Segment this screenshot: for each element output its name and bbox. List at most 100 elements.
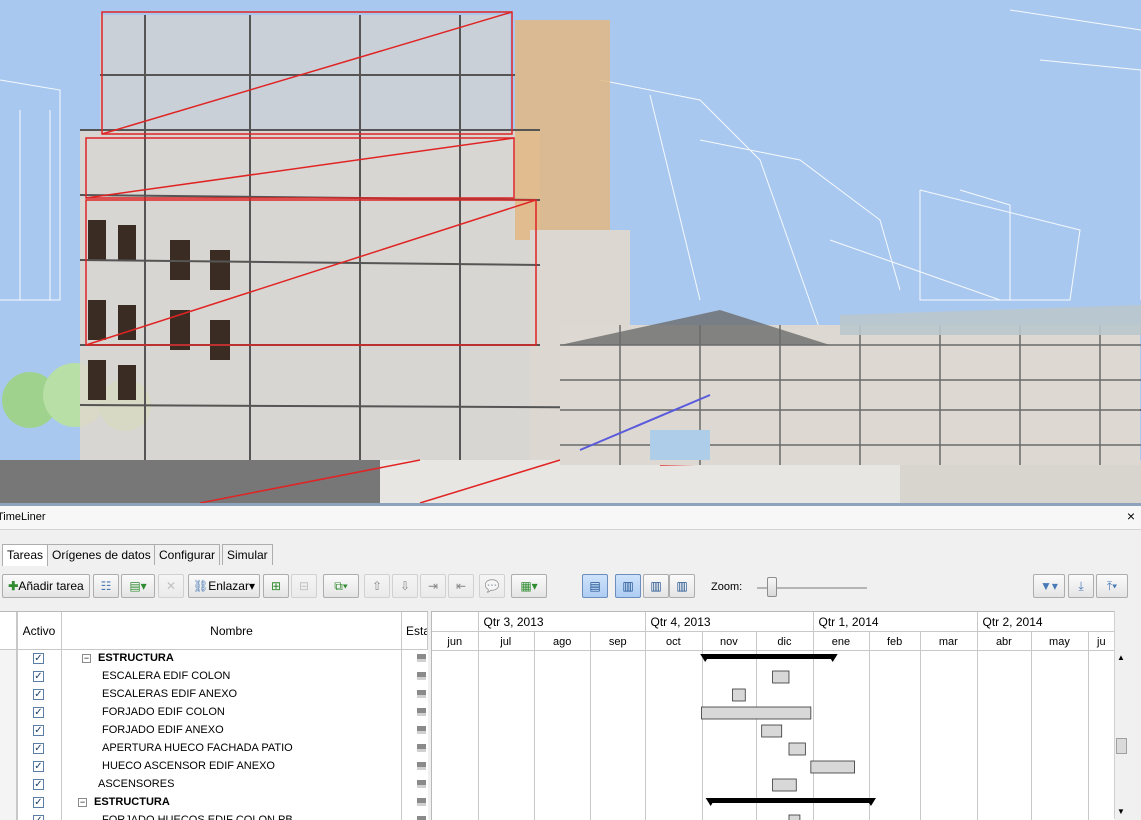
month-label: nov [720,636,738,648]
row-selector[interactable] [0,650,17,668]
task-name[interactable]: FORJADO HUECOS EDIF COLON PB [102,814,293,820]
month-label: mar [939,636,958,648]
row-selector[interactable] [0,704,17,722]
clear-attachment-button[interactable]: ⊟ [291,574,317,598]
month-label: sep [609,636,627,648]
columns-dropdown-button[interactable]: ▦▾ [511,574,547,598]
row-selector[interactable] [0,812,17,820]
status-icon [417,798,426,806]
quarter-label: Qtr 4, 2013 [651,615,711,629]
active-checkbox[interactable]: ✓ [33,725,44,736]
collapse-icon[interactable]: − [82,654,91,663]
row-selector[interactable] [0,794,17,812]
link-button[interactable]: ⛓ Enlazar ▾ [188,574,260,598]
status-icon [417,726,426,734]
column-header-status[interactable]: Esta [402,612,428,650]
task-name[interactable]: ASCENSORES [98,778,174,790]
table-row[interactable]: ✓ HUECO ASCENSOR EDIF ANEXO [0,758,428,776]
show-list-button[interactable]: ▤ [582,574,608,598]
month-label: ago [553,636,571,648]
auto-attach-dropdown-button[interactable]: ⧉▾ [323,574,359,598]
outdent-icon: ⇤ [455,579,467,593]
quarter-label: Qtr 1, 2014 [819,615,879,629]
tab-tareas[interactable]: Tareas [2,544,49,566]
table-row[interactable]: ✓ FORJADO EDIF COLON [0,704,428,722]
row-selector[interactable] [0,776,17,794]
table-row[interactable]: ✓ FORJADO EDIF ANEXO [0,722,428,740]
add-row-icon: ▤▾ [129,579,147,593]
active-checkbox[interactable]: ✓ [33,671,44,682]
export-dropdown-button[interactable]: ⤒▾ [1096,574,1128,598]
active-checkbox[interactable]: ✓ [33,761,44,772]
active-checkbox[interactable]: ✓ [33,743,44,754]
vertical-scrollbar[interactable]: ▲ ▼ [1114,611,1129,819]
task-name[interactable]: ESCALERAS EDIF ANEXO [102,688,237,700]
active-checkbox[interactable]: ✓ [33,689,44,700]
row-selector[interactable] [0,668,17,686]
table-row[interactable]: ✓ APERTURA HUECO FACHADA PATIO [0,740,428,758]
active-checkbox[interactable]: ✓ [33,653,44,664]
table-row[interactable]: ✓ ESCALERAS EDIF ANEXO [0,686,428,704]
move-up-button[interactable]: ⇧ [364,574,390,598]
month-label: ene [832,636,850,648]
panel-title: TimeLiner [0,511,46,523]
show-gantt-actual-button[interactable]: ▥ [643,574,669,598]
zoom-slider-thumb[interactable] [767,577,777,597]
import-button[interactable]: ⤓ [1068,574,1094,598]
outdent-button[interactable]: ⇤ [448,574,474,598]
task-name[interactable]: ESTRUCTURA [98,652,174,664]
auto-add-tasks-button[interactable]: ☷ [93,574,119,598]
gantt-chart: Qtr 3, 2013 Qtr 4, 2013 Qtr 1, 2014 Qtr 2, … [431,611,1115,820]
task-name[interactable]: ESCALERA EDIF COLON [102,670,230,682]
status-icon [417,672,426,680]
3d-viewport[interactable] [0,0,1141,503]
hierarchy-icon: ☷ [100,579,112,593]
column-header-active[interactable]: Activo [17,612,62,650]
table-row[interactable]: ✓FORJADO HUECOS EDIF COLON PB [0,812,428,820]
table-row[interactable]: ✓ ASCENSORES [0,776,428,794]
active-checkbox[interactable]: ✓ [33,707,44,718]
comment-button[interactable]: 💬 [479,574,505,598]
attach-set-button[interactable]: ⊞ [263,574,289,598]
tab-configurar[interactable]: Configurar [154,544,221,565]
task-bar [761,724,783,738]
row-selector[interactable] [0,686,17,704]
zoom-label: Zoom: [711,581,743,593]
scroll-thumb[interactable] [1116,738,1127,754]
add-task-button[interactable]: ✚ Añadir tarea [2,574,90,598]
show-gantt-both-button[interactable]: ▥ [669,574,695,598]
active-checkbox[interactable]: ✓ [33,797,44,808]
comment-icon: 💬 [484,579,500,593]
close-icon[interactable]: × [1127,508,1135,524]
scroll-up-icon[interactable]: ▲ [1117,653,1125,662]
tab-origenes-de-datos[interactable]: Orígenes de datos [47,544,156,565]
task-name[interactable]: ESTRUCTURA [94,796,170,808]
column-header-name[interactable]: Nombre [62,612,402,650]
active-checkbox[interactable]: ✓ [33,779,44,790]
table-row[interactable]: ✓ − ESTRUCTURA [0,650,428,668]
status-icon [417,816,426,820]
gantt-actual-icon: ▥ [650,579,662,593]
table-row[interactable]: ✓ − ESTRUCTURA [0,794,428,812]
tab-simular[interactable]: Simular [222,544,273,565]
delete-task-button[interactable]: ✕ [158,574,184,598]
collapse-icon[interactable]: − [78,798,87,807]
gantt-planned-icon: ▥ [622,579,634,593]
task-name[interactable]: FORJADO EDIF COLON [102,706,225,718]
link-label: Enlazar [208,579,249,593]
table-row[interactable]: ✓ ESCALERA EDIF COLON [0,668,428,686]
filter-icon: ▼▾ [1040,579,1058,593]
filter-dropdown-button[interactable]: ▼▾ [1033,574,1065,598]
task-name[interactable]: FORJADO EDIF ANEXO [102,724,224,736]
row-selector[interactable] [0,758,17,776]
row-selector[interactable] [0,740,17,758]
task-name[interactable]: APERTURA HUECO FACHADA PATIO [102,742,293,754]
task-name[interactable]: HUECO ASCENSOR EDIF ANEXO [102,760,275,772]
task-bar [788,742,806,756]
indent-button[interactable]: ⇥ [420,574,446,598]
move-down-button[interactable]: ⇩ [392,574,418,598]
show-gantt-planned-button[interactable]: ▥ [615,574,641,598]
scroll-down-icon[interactable]: ▼ [1117,807,1125,816]
add-comment-dropdown-button[interactable]: ▤▾ [121,574,155,598]
row-selector[interactable] [0,722,17,740]
